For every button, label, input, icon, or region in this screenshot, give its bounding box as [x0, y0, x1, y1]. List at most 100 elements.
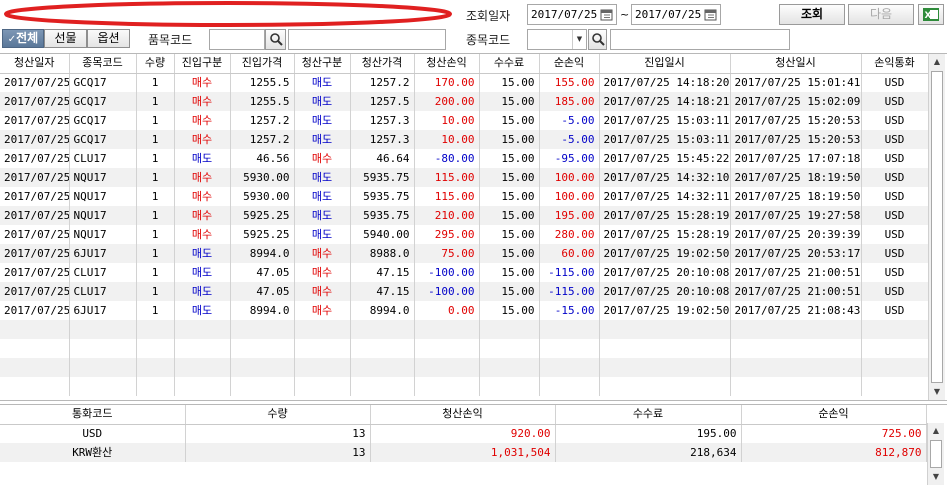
cell-exit-time	[730, 339, 862, 358]
column-header[interactable]: 순손익	[539, 54, 600, 74]
column-header[interactable]: 청산손익	[414, 54, 480, 74]
column-header[interactable]: 수량	[136, 54, 175, 74]
grid-scrollbar[interactable]: ▲ ▼	[928, 54, 945, 400]
cell-ccy	[861, 339, 929, 358]
cell-date	[0, 358, 70, 377]
column-header[interactable]: 청산일자	[0, 54, 70, 74]
summary-row[interactable]: KRW환산 13 1,031,504 218,634 812,870	[0, 443, 927, 462]
column-header[interactable]: 진입가격	[230, 54, 295, 74]
cell-ccy: USD	[861, 73, 929, 92]
cell-entry-side	[174, 339, 231, 358]
tab-options[interactable]: 옵션	[87, 29, 130, 48]
cell-entry-side: 매수	[174, 206, 231, 225]
table-row[interactable]: 2017/07/25 6JU17 1 매도 8994.0 매수 8988.0 75.00 15.…	[0, 244, 929, 263]
calendar-icon[interactable]	[703, 7, 718, 22]
table-row[interactable]: 2017/07/25 CLU17 1 매도 47.05 매수 47.15 -100.00 15.…	[0, 282, 929, 301]
cell-entry-price: 5925.25	[230, 206, 295, 225]
summary-grid: 통화코드 수량 청산손익 수수료 순손익 USD 13 920.00 195.00 725.00…	[0, 405, 927, 462]
summary-row[interactable]: USD 13 920.00 195.00 725.00	[0, 424, 927, 443]
column-header[interactable]: 진입구분	[174, 54, 231, 74]
scroll-down-icon[interactable]: ▼	[929, 384, 945, 400]
cell-entry-time	[599, 358, 731, 377]
cell-code: GCQ17	[69, 111, 137, 130]
query-button[interactable]: 조회	[779, 4, 845, 25]
column-header[interactable]: 수수료	[479, 54, 540, 74]
table-row[interactable]: 2017/07/25 GCQ17 1 매수 1257.2 매도 1257.3 10.00 15.…	[0, 130, 929, 149]
cell-entry-time: 2017/07/25 14:32:10	[599, 168, 731, 187]
calendar-icon[interactable]	[599, 7, 614, 22]
cell-net: -15.00	[539, 301, 600, 320]
column-header[interactable]: 청산일시	[730, 54, 862, 74]
column-header[interactable]: 손익통화	[861, 54, 929, 74]
cell-exit-time: 2017/07/25 15:01:41	[730, 73, 862, 92]
cell-entry-time	[599, 320, 731, 339]
cell-entry-side: 매도	[174, 282, 231, 301]
scroll-thumb[interactable]	[931, 71, 943, 383]
table-row[interactable]: 2017/07/25 NQU17 1 매수 5930.00 매도 5935.75 115.00…	[0, 187, 929, 206]
excel-button[interactable]: X	[918, 4, 944, 25]
table-row[interactable]: 2017/07/25 GCQ17 1 매수 1257.2 매도 1257.3 10.00 15.…	[0, 111, 929, 130]
cell-ccy: USD	[861, 130, 929, 149]
summary-column-header[interactable]: 통화코드	[0, 405, 186, 425]
cell-entry-price: 1257.2	[230, 130, 295, 149]
date-from-value: 2017/07/25	[531, 8, 598, 21]
table-row[interactable]: 2017/07/25 CLU17 1 매도 46.56 매수 46.64 -80.00 15.0…	[0, 149, 929, 168]
column-header[interactable]: 종목코드	[69, 54, 137, 74]
date-from-field[interactable]: 2017/07/25	[527, 4, 617, 25]
tab-futures[interactable]: 선물	[44, 29, 87, 48]
scroll-up-icon[interactable]: ▲	[929, 54, 945, 70]
summary-column-header[interactable]: 청산손익	[370, 405, 556, 425]
column-header[interactable]: 청산가격	[350, 54, 415, 74]
symbol-code-combo[interactable]: ▼	[527, 29, 587, 50]
date-to-field[interactable]: 2017/07/25	[631, 4, 721, 25]
empty-row[interactable]	[0, 339, 929, 358]
cell-exit-side: 매수	[294, 149, 351, 168]
summary-scrollbar[interactable]: ▲ ▼	[927, 423, 944, 485]
empty-row[interactable]	[0, 358, 929, 377]
cell-entry-price: 5930.00	[230, 187, 295, 206]
tab-all[interactable]: ✓전체	[2, 29, 44, 48]
date-label: 조회일자	[466, 9, 511, 23]
cell-exit-side: 매도	[294, 168, 351, 187]
summary-header: 통화코드 수량 청산손익 수수료 순손익	[0, 405, 927, 425]
cell-exit-price	[350, 339, 415, 358]
table-row[interactable]: 2017/07/25 GCQ17 1 매수 1255.5 매도 1257.2 170.00 15…	[0, 73, 929, 92]
item-search-button[interactable]	[265, 29, 286, 50]
table-row[interactable]: 2017/07/25 6JU17 1 매도 8994.0 매수 8994.0 0.00 15.0…	[0, 301, 929, 320]
summary-column-header[interactable]: 수량	[185, 405, 371, 425]
chevron-down-icon[interactable]: ▼	[572, 30, 586, 49]
table-row[interactable]: 2017/07/25 NQU17 1 매수 5925.25 매도 5940.00 295.00…	[0, 225, 929, 244]
column-header[interactable]: 청산구분	[294, 54, 351, 74]
summary-cell-net: 725.00	[741, 424, 927, 443]
cell-exit-time: 2017/07/25 21:00:51	[730, 282, 862, 301]
cell-entry-price: 8994.0	[230, 244, 295, 263]
summary-column-header[interactable]: 수수료	[555, 405, 742, 425]
cell-entry-side: 매수	[174, 130, 231, 149]
excel-icon: X	[923, 8, 939, 21]
cell-date: 2017/07/25	[0, 187, 70, 206]
scroll-thumb[interactable]	[930, 440, 942, 468]
symbol-search-button[interactable]	[588, 29, 607, 50]
cell-entry-side	[174, 320, 231, 339]
summary-column-header[interactable]: 순손익	[741, 405, 927, 425]
cell-fee: 15.00	[479, 206, 540, 225]
table-row[interactable]: 2017/07/25 CLU17 1 매도 47.05 매수 47.15 -100.00 15.…	[0, 263, 929, 282]
cell-pnl: 75.00	[414, 244, 480, 263]
scroll-up-icon[interactable]: ▲	[928, 423, 944, 439]
cell-net	[539, 377, 600, 396]
next-button[interactable]: 다음	[848, 4, 914, 25]
cell-exit-side: 매도	[294, 92, 351, 111]
empty-row[interactable]	[0, 320, 929, 339]
cell-entry-time: 2017/07/25 20:10:08	[599, 263, 731, 282]
cell-exit-price: 1257.2	[350, 73, 415, 92]
cell-net: -115.00	[539, 282, 600, 301]
table-row[interactable]: 2017/07/25 NQU17 1 매수 5930.00 매도 5935.75 115.00…	[0, 168, 929, 187]
cell-exit-time	[730, 377, 862, 396]
scroll-down-icon[interactable]: ▼	[928, 469, 944, 485]
column-header[interactable]: 진입일시	[599, 54, 731, 74]
empty-row[interactable]	[0, 377, 929, 396]
table-row[interactable]: 2017/07/25 NQU17 1 매수 5925.25 매도 5935.75 210.00…	[0, 206, 929, 225]
table-row[interactable]: 2017/07/25 GCQ17 1 매수 1255.5 매도 1257.5 200.00 15…	[0, 92, 929, 111]
item-code-input[interactable]	[209, 29, 265, 50]
cell-entry-time: 2017/07/25 15:28:19	[599, 225, 731, 244]
